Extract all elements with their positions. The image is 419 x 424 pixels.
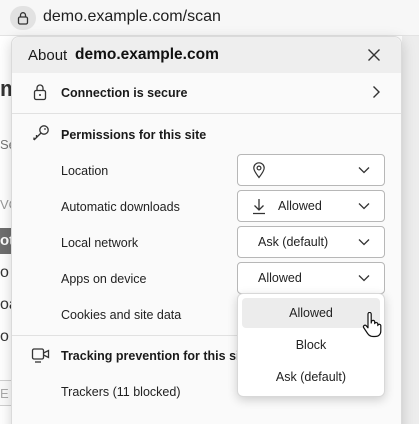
lock-icon <box>33 84 47 101</box>
close-button[interactable] <box>364 45 384 65</box>
chevron-down-icon <box>358 167 370 174</box>
automatic-downloads-select[interactable]: Allowed <box>237 190 385 222</box>
location-pin-icon <box>253 162 265 179</box>
dropdown-option-allowed[interactable]: Allowed <box>242 298 380 328</box>
background-right-panel <box>402 36 419 424</box>
connection-secure-label: Connection is secure <box>61 86 188 100</box>
chevron-down-icon <box>358 239 370 246</box>
chevron-right-icon <box>373 86 380 98</box>
tracking-prevention-title[interactable]: Tracking prevention for this site <box>61 349 251 363</box>
connection-secure-row[interactable]: Connection is secure <box>12 73 401 113</box>
lock-icon <box>17 12 29 25</box>
trackers-count[interactable]: Trackers (11 blocked) <box>61 385 180 399</box>
chevron-down-icon <box>358 275 370 282</box>
background-text: E <box>0 386 9 401</box>
address-bar: demo.example.com/scan <box>0 0 419 36</box>
apps-on-device-value: Allowed <box>258 271 302 285</box>
location-select[interactable] <box>237 154 385 186</box>
close-icon <box>368 49 380 61</box>
dropdown-option-block[interactable]: Block <box>242 330 380 360</box>
dropdown-option-label: Ask (default) <box>275 370 347 384</box>
chevron-down-icon <box>358 203 370 210</box>
permission-label-location: Location <box>61 164 109 178</box>
browser-window: demo.example.com/scan m Se VC ot o oa o … <box>0 0 419 424</box>
local-network-select[interactable]: Ask (default) <box>237 226 385 258</box>
dropdown-option-label: Block <box>295 338 327 352</box>
site-info-button[interactable] <box>10 6 36 30</box>
apps-on-device-dropdown: Allowed Block Ask (default) <box>237 293 385 397</box>
divider <box>12 335 238 336</box>
popup-about-label: About <box>28 47 68 64</box>
permission-label-automatic-downloads: Automatic downloads <box>61 200 180 214</box>
key-icon <box>33 125 49 141</box>
hand-cursor-icon <box>362 312 382 338</box>
dropdown-option-ask-default[interactable]: Ask (default) <box>242 362 380 392</box>
popup-domain: demo.example.com <box>75 46 219 63</box>
permission-label-local-network: Local network <box>61 236 139 250</box>
background-text: o <box>0 328 9 345</box>
local-network-value: Ask (default) <box>258 235 329 249</box>
apps-on-device-select[interactable]: Allowed <box>237 262 385 294</box>
permissions-title: Permissions for this site <box>61 128 207 142</box>
permission-label-cookies[interactable]: Cookies and site data <box>61 308 181 322</box>
popup-header: About demo.example.com <box>12 37 401 73</box>
permission-label-apps-on-device: Apps on device <box>61 272 147 286</box>
divider <box>12 113 401 114</box>
download-icon <box>253 199 265 215</box>
dropdown-option-label: Allowed <box>289 306 333 320</box>
camera-icon <box>31 348 50 363</box>
background-text: o <box>0 264 9 281</box>
automatic-downloads-value: Allowed <box>278 199 322 213</box>
url-text[interactable]: demo.example.com/scan <box>43 8 221 26</box>
